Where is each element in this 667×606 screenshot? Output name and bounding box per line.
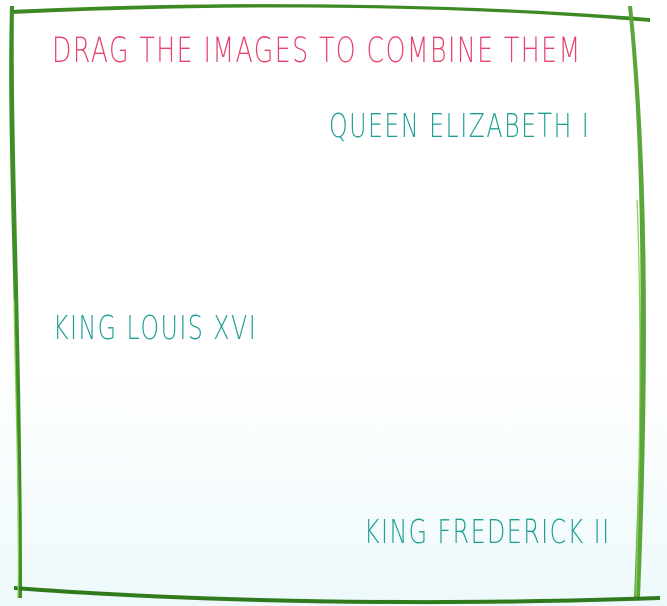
- label-queen-elizabeth: QUEEN ELIZABETH I: [329, 106, 591, 145]
- frame-top-edge: [10, 4, 650, 23]
- frame-left-edge: [9, 6, 22, 598]
- label-king-louis: KING LOUIS XVI: [53, 308, 258, 347]
- activity-stage: DRAG THE IMAGES TO COMBINE THEM QUEEN EL…: [0, 0, 667, 606]
- frame-right-edge: [628, 6, 646, 598]
- label-king-frederick: KING FREDERICK II: [364, 512, 611, 551]
- frame-bottom-edge: [14, 586, 660, 605]
- instruction-heading: DRAG THE IMAGES TO COMBINE THEM: [52, 31, 582, 71]
- combine-board: DRAG THE IMAGES TO COMBINE THEM QUEEN EL…: [0, 0, 667, 606]
